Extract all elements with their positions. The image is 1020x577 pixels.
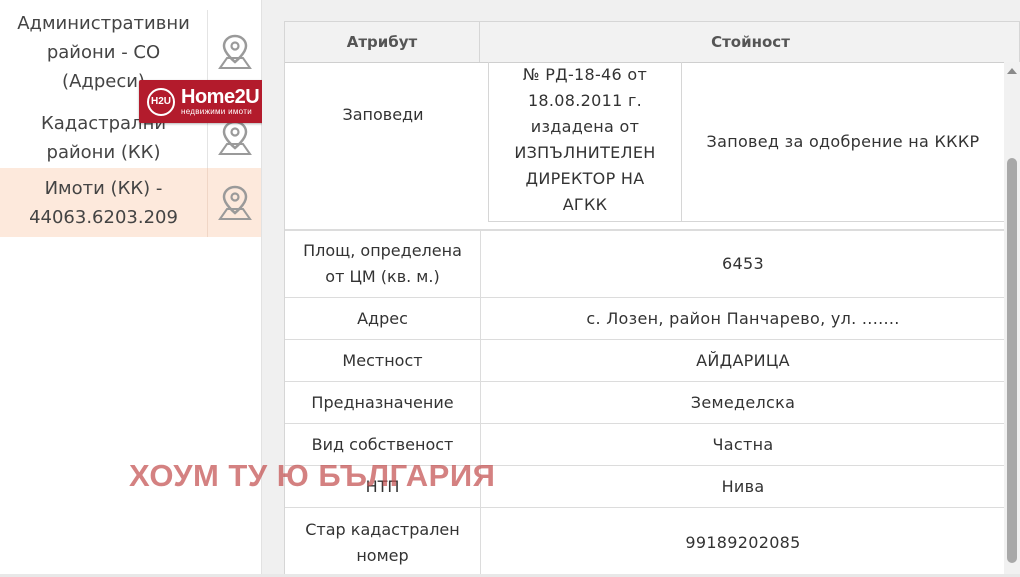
layer-label-line: 44063.6203.209	[29, 206, 178, 228]
order-number-line: ИЗПЪЛНИТЕЛЕН	[514, 143, 656, 162]
table-row: Площ, определена от ЦМ (кв. м.) 6453	[285, 231, 1005, 298]
layer-label-line: Имоти (КК) -	[44, 177, 163, 199]
table-row: Стар кадастрален номер 99189202085	[285, 508, 1005, 576]
row-attribute-line: Площ, определена	[303, 241, 462, 260]
table-row: Вид собственост Частна	[285, 424, 1005, 466]
row-attribute: НТП	[285, 466, 481, 507]
row-attribute: Местност	[285, 340, 481, 381]
layer-label-line: Административни	[17, 12, 190, 34]
row-value: АЙДАРИЦА	[696, 350, 790, 370]
layer-label-line: райони (КК)	[46, 142, 161, 163]
layer-item-label: Имоти (КК) - 44063.6203.209	[0, 174, 207, 232]
row-attribute: Адрес	[285, 298, 481, 339]
order-number: № РД-18-46 от 18.08.2011 г. издадена от …	[489, 62, 682, 221]
row-value: Земеделска	[690, 392, 796, 412]
layer-item-properties[interactable]: Имоти (КК) - 44063.6203.209	[0, 168, 261, 237]
row-value: 99189202085	[685, 533, 801, 552]
map-pin-icon[interactable]	[207, 168, 261, 237]
row-value: Частна	[712, 434, 774, 454]
orders-nested-table: № РД-18-46 от 18.08.2011 г. издадена от …	[488, 62, 1005, 222]
attributes-table: Атрибут Стойност Заповеди № РД-18-46 от …	[284, 21, 1020, 577]
order-number-line: 18.08.2011 г.	[527, 91, 643, 110]
row-value: Нива	[721, 476, 765, 496]
row-attribute-line: от ЦМ (кв. м.)	[325, 267, 440, 286]
table-row: НТП Нива	[285, 466, 1005, 508]
table-header: Атрибут Стойност	[285, 22, 1019, 63]
row-value: 6453	[722, 254, 764, 273]
row-attribute: Заповеди	[342, 105, 424, 124]
table-row-orders: Заповеди № РД-18-46 от 18.08.2011 г. изд…	[285, 62, 1005, 229]
header-attribute: Атрибут	[285, 22, 480, 62]
table-row: Предназначение Земеделска	[285, 382, 1005, 424]
row-attribute: Площ, определена от ЦМ (кв. м.)	[285, 231, 481, 297]
order-number-line: издадена от	[530, 117, 640, 136]
table-row: Адрес с. Лозен, район Панчарево, ул. ...…	[285, 298, 1005, 340]
row-attribute: Вид собственост	[285, 424, 481, 465]
row-attribute: Предназначение	[285, 382, 481, 423]
row-attribute-line: номер	[356, 546, 409, 565]
attributes-panel: Атрибут Стойност Заповеди № РД-18-46 от …	[262, 0, 1020, 577]
order-number-line: № РД-18-46 от	[522, 65, 648, 84]
row-attribute-line: Стар кадастрален	[305, 520, 460, 539]
home2u-logo: H2U Home2U недвижими имоти	[139, 80, 273, 123]
layer-label-line: райони - СО	[46, 41, 161, 63]
order-number-line: ДИРЕКТОР НА	[525, 169, 645, 188]
row-value: с. Лозен, район Панчарево, ул. .......	[586, 308, 900, 328]
order-number-line: АГКК	[562, 195, 608, 214]
logo-brand: Home2U	[181, 86, 260, 108]
scroll-up-arrow-icon[interactable]	[1007, 68, 1017, 74]
table-row: Местност АЙДАРИЦА	[285, 340, 1005, 382]
row-attribute: Стар кадастрален номер	[285, 508, 481, 576]
logo-mark: H2U	[147, 87, 175, 116]
order-description: Заповед за одобрение на КККР	[706, 132, 980, 151]
header-value: Стойност	[711, 33, 790, 51]
logo-subtitle: недвижими имоти	[181, 107, 252, 116]
table-scrollbar[interactable]	[1004, 62, 1020, 577]
scrollbar-thumb[interactable]	[1007, 158, 1017, 563]
logo-words: Home2U недвижими имоти	[181, 86, 260, 116]
